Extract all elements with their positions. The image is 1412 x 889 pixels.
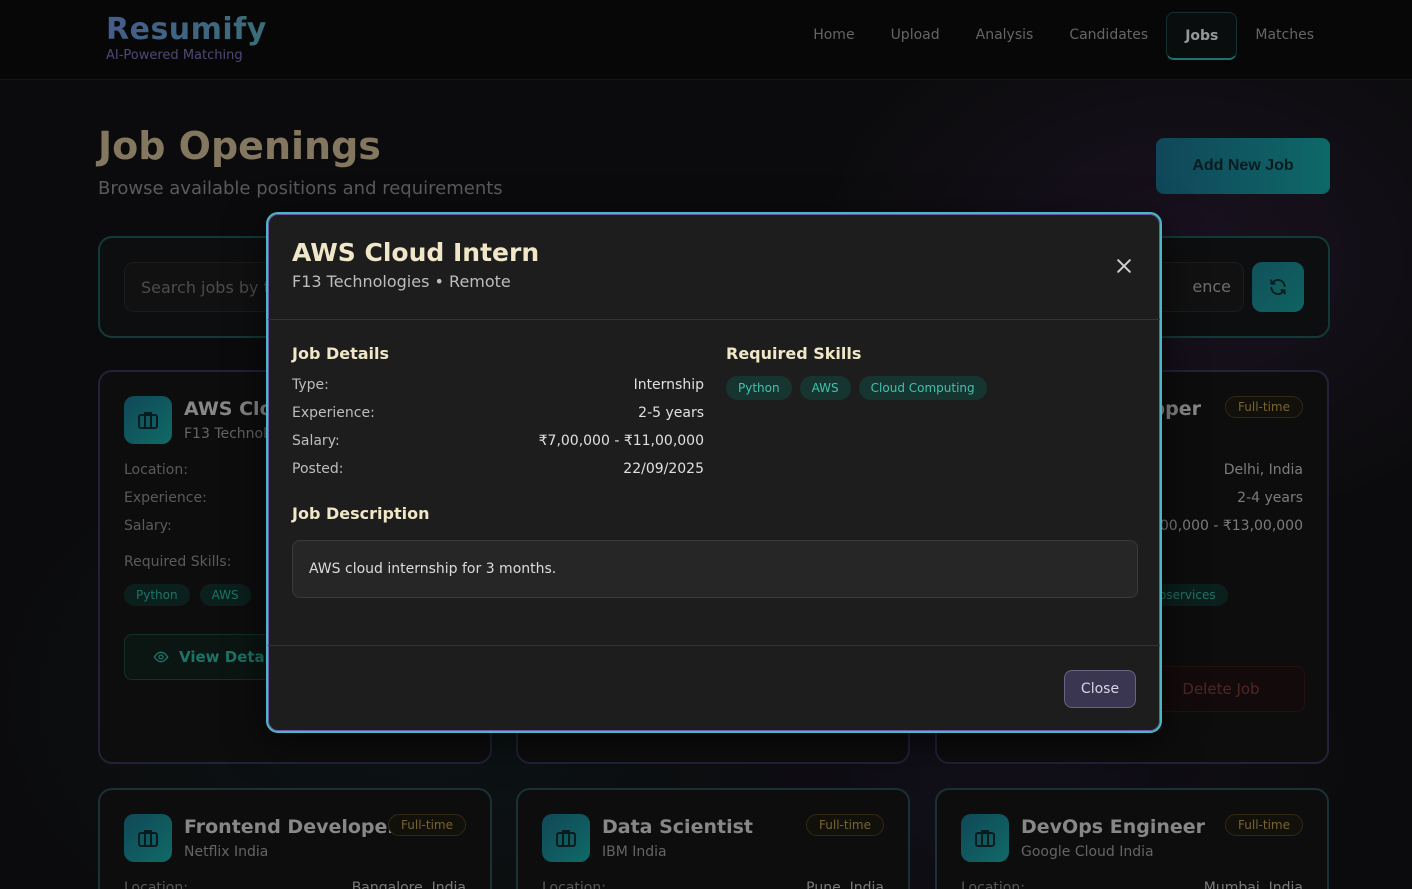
detail-value: 2-5 years: [638, 405, 704, 421]
modal-footer: Close: [268, 645, 1160, 733]
detail-value: 22/09/2025: [623, 461, 704, 477]
required-skills-heading: Required Skills: [726, 344, 862, 363]
job-details-heading: Job Details: [292, 344, 390, 363]
modal-header: AWS Cloud Intern F13 Technologies • Remo…: [268, 214, 1160, 320]
job-description-heading: Job Description: [292, 504, 430, 523]
detail-salary: Salary: ₹7,00,000 - ₹11,00,000: [292, 433, 704, 449]
skill-chip: Cloud Computing: [858, 376, 987, 400]
close-button[interactable]: Close: [1064, 670, 1136, 708]
job-details-modal: AWS Cloud Intern F13 Technologies • Remo…: [266, 212, 1162, 733]
detail-type: Type: Internship: [292, 377, 704, 393]
detail-experience: Experience: 2-5 years: [292, 405, 704, 421]
detail-posted: Posted: 22/09/2025: [292, 461, 704, 477]
close-icon[interactable]: [1114, 256, 1134, 276]
modal-title: AWS Cloud Intern: [292, 238, 540, 267]
modal-subtitle: F13 Technologies • Remote: [292, 272, 511, 291]
detail-value: Internship: [633, 377, 704, 393]
detail-value: ₹7,00,000 - ₹11,00,000: [538, 433, 704, 449]
job-description: AWS cloud internship for 3 months.: [292, 540, 1138, 598]
skill-chips: Python AWS Cloud Computing: [726, 376, 987, 400]
skill-chip: AWS: [799, 376, 851, 400]
skill-chip: Python: [726, 376, 792, 400]
